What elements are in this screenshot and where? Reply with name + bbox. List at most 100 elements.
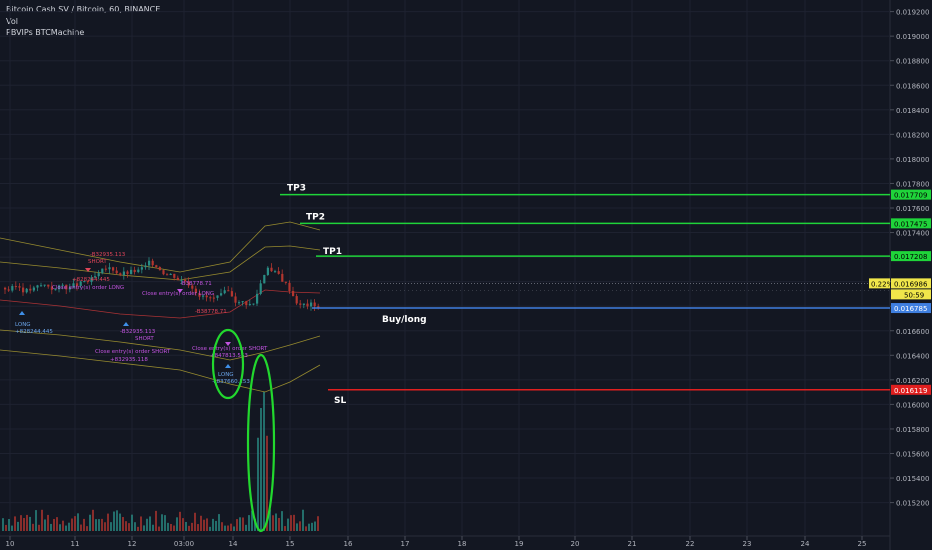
candle-body (104, 268, 107, 270)
volume-bar (224, 525, 226, 531)
volume-bar (83, 518, 85, 531)
time-tick-label: 24 (801, 540, 810, 548)
volume-bar (26, 514, 28, 531)
candle-body (281, 273, 284, 282)
chart-canvas[interactable]: 0.019200 0.019000 0.018800 0.018600 0.018400… (0, 0, 932, 550)
signal-annotation: Close entry(s) order SHORT (95, 349, 171, 355)
price-tick-label: 0.016600 (896, 328, 929, 336)
candle-body (277, 271, 280, 274)
volume-bar (308, 523, 310, 531)
candle-body (7, 289, 10, 291)
volume-bar (44, 519, 46, 531)
candle-body (256, 293, 259, 304)
time-tick-label: 15 (286, 540, 295, 548)
signal-annotation: +837660.153 (212, 379, 250, 385)
volume-bar (11, 525, 13, 531)
candle-body (119, 273, 122, 276)
candle-body (220, 293, 223, 296)
candle-body (227, 290, 230, 292)
candle-body (230, 291, 233, 297)
sl-price-label: 0.016119 (894, 387, 927, 395)
volume-bar (302, 509, 304, 531)
volume-bar (236, 519, 238, 531)
price-tick-label: 0.016200 (896, 377, 929, 385)
volume-bar (89, 514, 91, 531)
candle-body (295, 296, 298, 304)
volume-bar (188, 525, 190, 531)
price-tick-label: 0.015400 (896, 475, 929, 483)
time-tick-label: 14 (229, 540, 238, 548)
volume-bar (242, 517, 244, 531)
volume-bar (182, 518, 184, 531)
volume-bar (206, 518, 208, 531)
tp3-label: TP3 (287, 184, 306, 194)
sl-label: SL (334, 396, 346, 406)
volume-bar (119, 513, 121, 531)
candle-body (223, 290, 226, 294)
countdown-label: 50:59 (904, 291, 924, 299)
candle-body (137, 269, 140, 273)
volume-bar (230, 523, 232, 531)
lower-band-line (0, 349, 321, 393)
candle-body (14, 286, 17, 288)
candle-body (29, 288, 32, 291)
volume-bar (68, 522, 70, 531)
volume-bar (287, 518, 289, 531)
candle-body (270, 267, 273, 272)
volume-bar (146, 518, 148, 531)
time-tick-label: 23 (743, 540, 752, 548)
price-tick-label: 0.017800 (896, 180, 929, 188)
candle-body (140, 267, 143, 270)
candle-body (288, 282, 291, 292)
candle-body (216, 295, 219, 298)
volume-bar (140, 516, 142, 531)
candle-body (162, 270, 165, 275)
signal-annotation: Close entry(s) order SHORT (192, 346, 268, 352)
volume-bar (281, 511, 283, 531)
volume-bar (161, 514, 163, 531)
volume-bar (92, 509, 94, 531)
volume-bar (209, 526, 211, 531)
volume-bar (77, 513, 79, 531)
volume-bar (260, 408, 262, 531)
volume-bar (23, 518, 25, 531)
volume-bar (14, 516, 16, 531)
volume-bar (257, 437, 259, 531)
volume-bar (74, 516, 76, 531)
candle-body (241, 301, 244, 303)
volume-bar (179, 511, 181, 531)
volume-bar (221, 522, 223, 531)
signal-annotation: -B32935.113 (90, 252, 126, 258)
volume-bar (197, 524, 199, 531)
candle-body (47, 284, 50, 287)
candle-body (112, 267, 115, 271)
candle-body (108, 267, 111, 270)
volume-bar (56, 517, 58, 531)
volume-bar (20, 515, 22, 531)
candle-body (22, 287, 25, 293)
candle-body (126, 271, 129, 274)
volume-bar (8, 519, 10, 531)
price-tick-label: 0.019000 (896, 33, 929, 41)
price-tick-label: 0.016000 (896, 401, 929, 409)
volume-bar (50, 523, 52, 531)
volume-bar (29, 516, 31, 531)
candle-body (40, 285, 43, 287)
volume-bar (170, 523, 172, 531)
candle-body (32, 287, 35, 291)
volume-bar (125, 521, 127, 531)
volume-bar (218, 514, 220, 531)
volume-bar (284, 526, 286, 531)
volume-bar (212, 518, 214, 531)
signal-annotation: LONG (218, 372, 234, 378)
price-tick-label: 0.017400 (896, 230, 929, 238)
candle-body (313, 302, 316, 307)
volume-bar (293, 514, 295, 531)
price-tick-label: 0.017600 (896, 205, 929, 213)
volume-bar (17, 521, 19, 531)
volume-bar (233, 526, 235, 531)
signal-annotation: SHORT (88, 259, 107, 265)
candle-body (176, 277, 179, 281)
volume-bar (173, 525, 175, 531)
candle-body (263, 274, 266, 284)
